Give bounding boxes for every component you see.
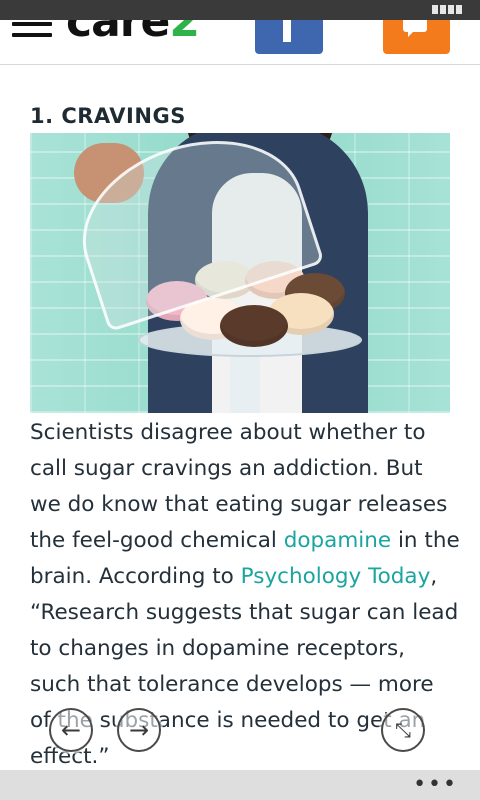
battery-icon (432, 5, 462, 14)
minimize-glyph: ⤡ (395, 718, 411, 742)
back-arrow-icon[interactable]: ← (49, 708, 93, 752)
article-image (30, 133, 450, 413)
forward-arrow-icon[interactable]: → (117, 708, 161, 752)
back-glyph: ← (60, 716, 82, 744)
site-logo[interactable]: care2 (66, 20, 200, 47)
facebook-icon[interactable] (255, 20, 323, 54)
browser-bottom-bar: ••• (0, 770, 480, 800)
menu-icon[interactable] (12, 22, 52, 44)
minimize-icon[interactable]: ⤡ (381, 708, 425, 752)
section-heading: 1. CRAVINGS (30, 104, 186, 128)
status-bar (0, 0, 480, 20)
link-dopamine[interactable]: dopamine (284, 528, 391, 553)
comment-icon[interactable] (383, 20, 450, 54)
site-header: care2 (0, 20, 480, 65)
image-stand-pedestal (230, 353, 260, 413)
forward-glyph: → (128, 716, 150, 744)
more-options-icon[interactable]: ••• (413, 770, 458, 800)
logo-accent: 2 (169, 20, 200, 47)
image-donut (220, 305, 288, 347)
link-psychology-today[interactable]: Psychology Today (241, 564, 431, 589)
logo-text: care (66, 20, 170, 47)
